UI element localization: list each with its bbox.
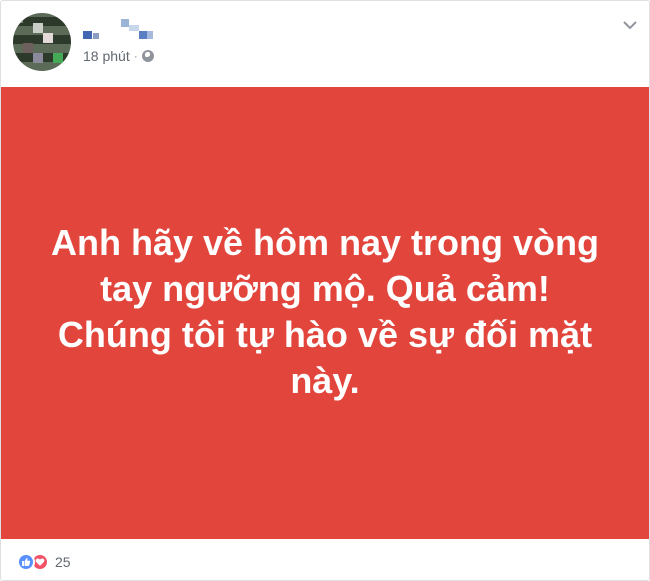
post-meta: 18 phút · — [83, 47, 154, 65]
like-icon — [17, 553, 35, 571]
banner-line: này. — [290, 360, 360, 401]
reaction-count[interactable]: 25 — [55, 553, 71, 571]
facebook-post: 18 phút · Anh hãy về hôm nay trong vòng … — [0, 0, 650, 581]
post-header: 18 phút · — [1, 1, 649, 87]
banner-line: Anh hãy về hôm nay trong vòng — [50, 222, 600, 263]
reactions-summary[interactable]: 25 — [17, 553, 71, 571]
author-name-blurred[interactable] — [83, 17, 163, 41]
banner-text: Anh hãy về hôm nay trong vòng tay ngưỡng… — [25, 220, 625, 404]
avatar[interactable] — [13, 13, 71, 71]
chevron-down-icon[interactable] — [621, 19, 639, 31]
globe-icon[interactable] — [141, 50, 154, 62]
post-footer: 25 — [1, 539, 649, 580]
banner-line: tay ngưỡng mộ. Quả cảm! — [100, 268, 550, 309]
banner-line: Chúng tôi tự hào về sự đối mặt — [57, 314, 593, 355]
status-banner[interactable]: Anh hãy về hôm nay trong vòng tay ngưỡng… — [1, 87, 649, 539]
timestamp-link[interactable]: 18 phút — [83, 48, 130, 64]
meta-separator: · — [133, 49, 138, 63]
